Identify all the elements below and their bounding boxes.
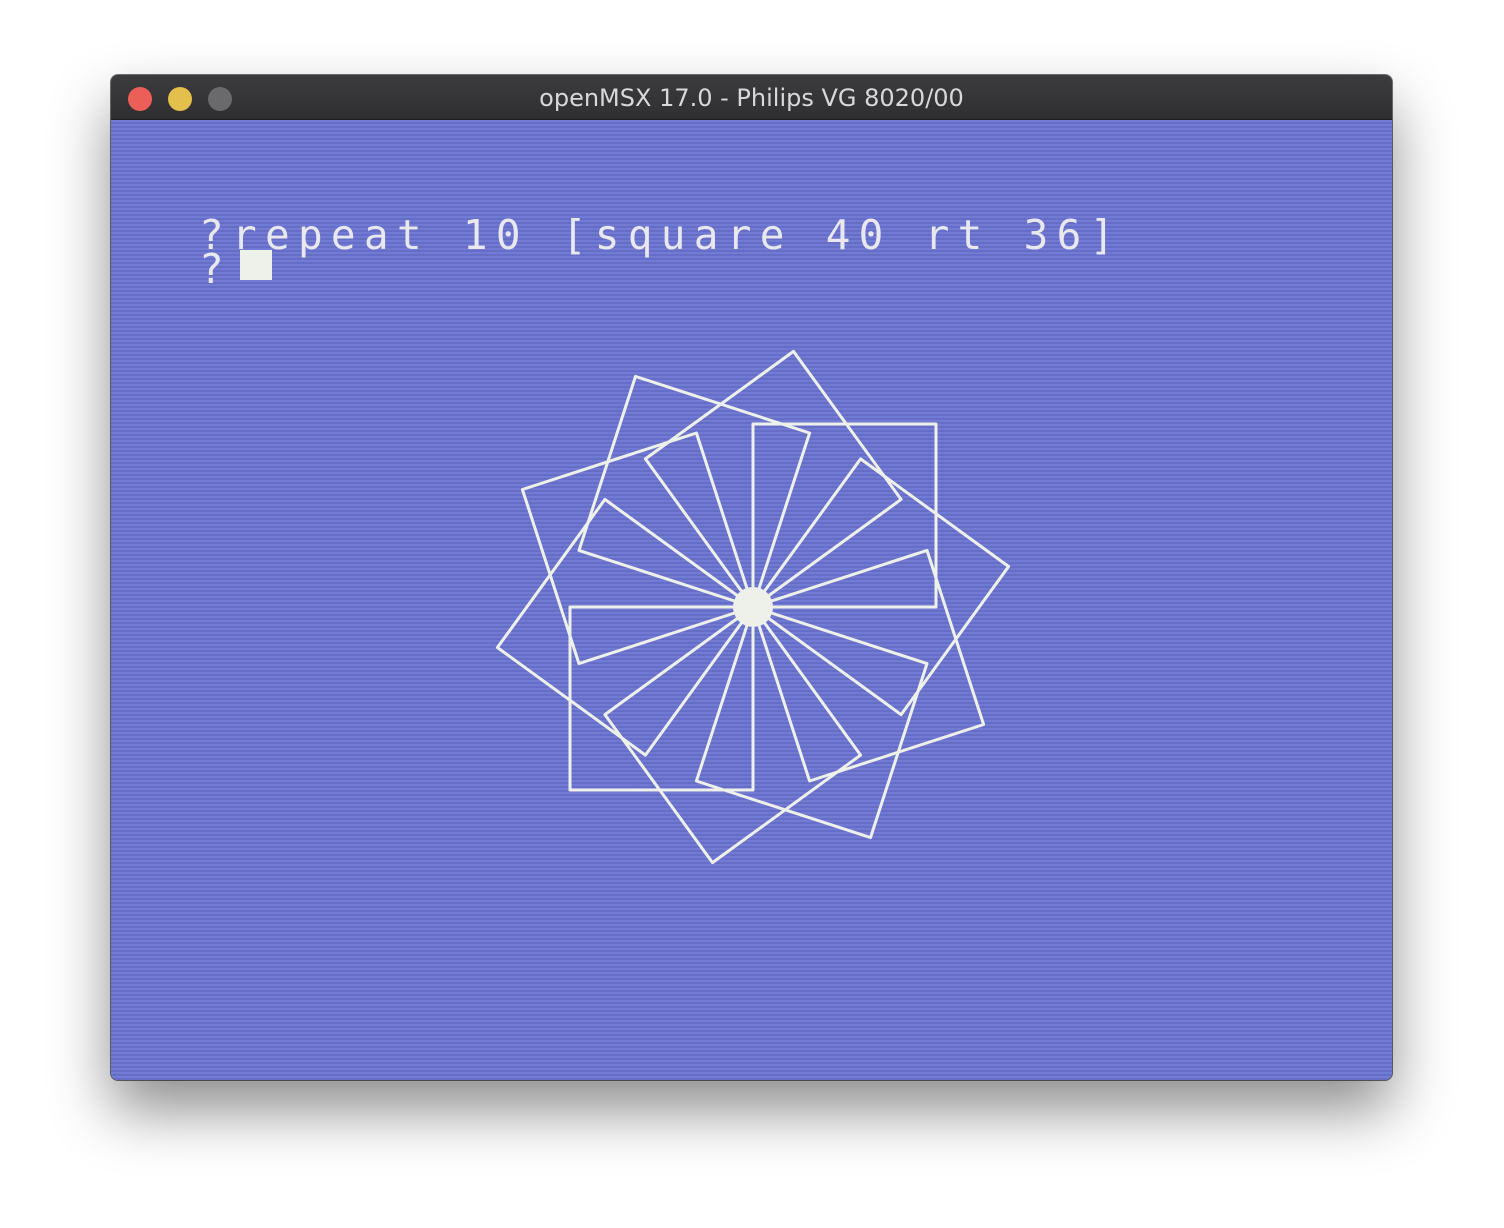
window-title: openMSX 17.0 - Philips VG 8020/00: [539, 84, 964, 112]
square-2: [751, 457, 1011, 717]
turtle-drawing: [495, 349, 1011, 865]
square-10: [643, 349, 903, 609]
square-3: [751, 548, 986, 783]
square-5: [603, 605, 863, 865]
square-8: [520, 431, 755, 666]
square-9: [577, 374, 812, 609]
title-bar[interactable]: openMSX 17.0 - Philips VG 8020/00: [111, 75, 1392, 120]
msx-screen[interactable]: ?repeat 10 [square 40 rt 36] ?: [111, 120, 1392, 1080]
square-6: [568, 605, 755, 792]
square-7: [495, 497, 755, 757]
turtle-center: [733, 587, 773, 627]
square-1: [751, 422, 938, 609]
openmsx-window: openMSX 17.0 - Philips VG 8020/00 ?repea…: [111, 75, 1392, 1080]
square-4: [694, 605, 929, 840]
